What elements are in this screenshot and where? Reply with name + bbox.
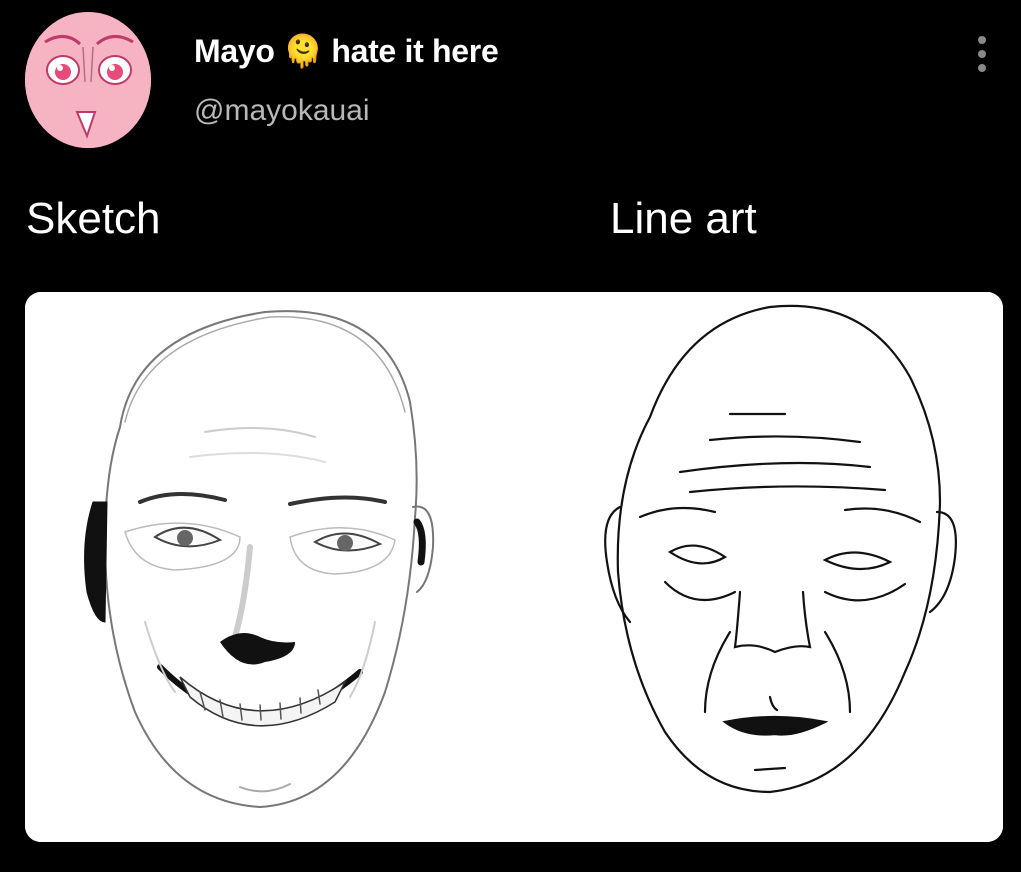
more-dot — [978, 50, 986, 58]
more-vertical-icon[interactable] — [970, 34, 994, 74]
more-dot — [978, 36, 986, 44]
avatar-anime-face-icon — [25, 12, 151, 148]
avatar[interactable] — [25, 12, 151, 148]
line-art-label: Line art — [610, 194, 757, 243]
face-comparison-illustration — [25, 292, 1003, 842]
display-name[interactable]: Mayo 🫠 hate it here — [194, 32, 499, 70]
sketch-label: Sketch — [26, 194, 161, 243]
post-image[interactable] — [25, 292, 1003, 842]
more-dot — [978, 64, 986, 72]
user-handle[interactable]: @mayokauai — [194, 94, 370, 128]
